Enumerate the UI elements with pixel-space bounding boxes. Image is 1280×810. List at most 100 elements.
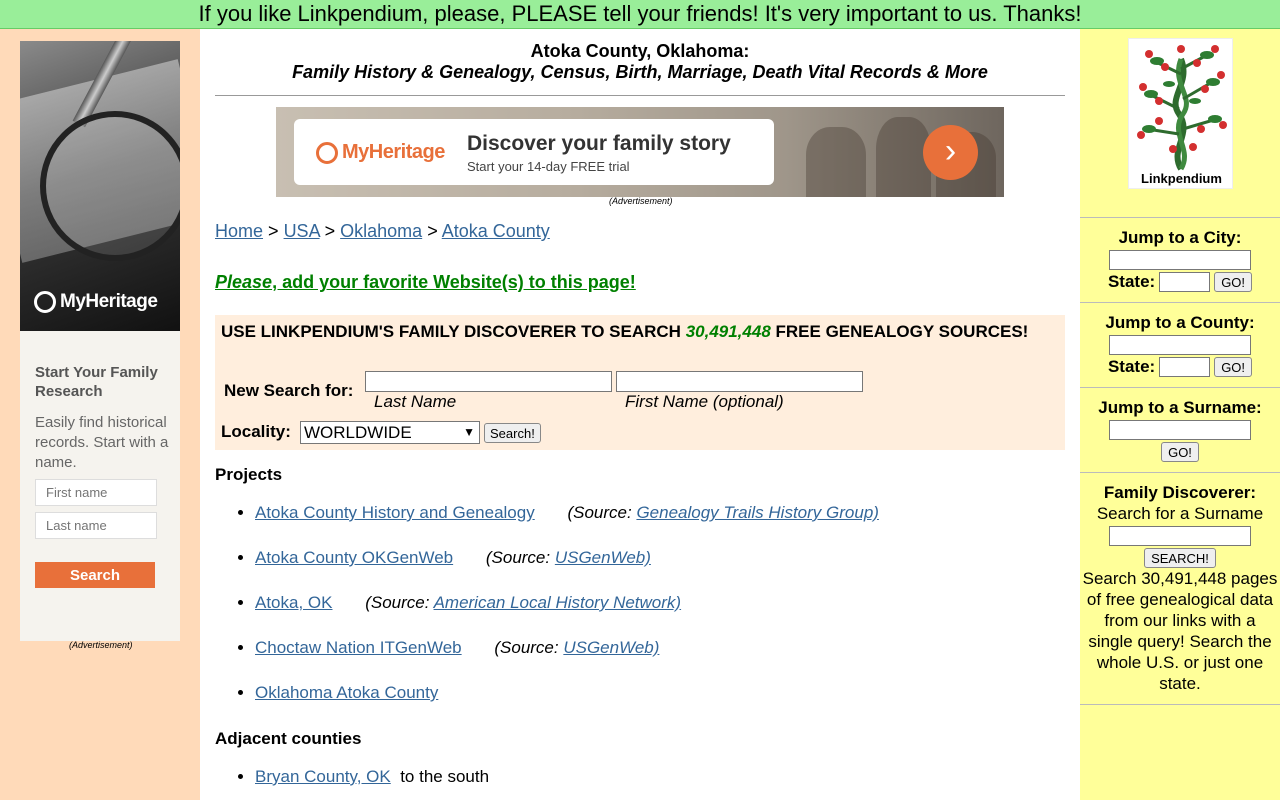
linkpendium-logo[interactable]: Linkpendium (1128, 38, 1233, 189)
locality-select[interactable]: WORLDWIDE ▼ (300, 421, 480, 444)
breadcrumb-oklahoma[interactable]: Oklahoma (340, 221, 422, 241)
source-prefix: (Source: (365, 593, 434, 612)
jump-to-city-title: Jump to a City: (1118, 228, 1242, 247)
myheritage-logo: MyHeritage (34, 291, 158, 313)
left-advertisement[interactable]: MyHeritage Start Your Family Research Ea… (20, 41, 180, 641)
search-button[interactable]: Search! (484, 423, 541, 443)
last-name-input[interactable] (365, 371, 612, 392)
family-discoverer-subtitle: Search for a Surname (1096, 504, 1264, 523)
project-source: (Source: USGenWeb) (494, 638, 659, 657)
breadcrumb-atoka-county[interactable]: Atoka County (442, 221, 550, 241)
discoverer-button-row: SEARCH! (1080, 548, 1280, 568)
project-source: (Source: USGenWeb) (486, 548, 651, 567)
breadcrumb-home[interactable]: Home (215, 221, 263, 241)
myheritage-brand-text: MyHeritage (60, 291, 158, 312)
project-source: (Source: Genealogy Trails History Group) (567, 503, 878, 522)
jump-to-county: Jump to a County: State: GO! (1080, 302, 1280, 387)
adjacent-county-link[interactable]: Bryan County, OK (255, 767, 391, 786)
projects-list: Atoka County History and Genealogy (Sour… (215, 501, 879, 726)
breadcrumb-separator: > (427, 221, 438, 241)
list-item: Atoka County OKGenWeb (Source: USGenWeb) (255, 546, 879, 591)
list-item: Atoka, OK (Source: American Local Histor… (255, 591, 879, 636)
county-input[interactable] (1109, 335, 1251, 355)
left-ad-caption: (Advertisement) (69, 640, 133, 650)
jump-to-surname-title: Jump to a Surname: (1098, 398, 1262, 417)
project-source: (Source: American Local History Network) (365, 593, 681, 612)
new-search-label: New Search for: (224, 381, 354, 400)
project-link[interactable]: Atoka, OK (255, 593, 332, 612)
left-ad-first-name-input[interactable] (35, 479, 157, 506)
family-discoverer-search: USE LINKPENDIUM'S FAMILY DISCOVERER TO S… (215, 315, 1065, 450)
city-state-input[interactable] (1159, 272, 1211, 292)
family-discoverer-title: Family Discoverer: (1103, 483, 1257, 502)
project-link[interactable]: Atoka County OKGenWeb (255, 548, 453, 567)
source-link[interactable]: American Local History Network) (434, 593, 682, 612)
breadcrumb: Home > USA > Oklahoma > Atoka County (215, 221, 550, 242)
jump-to-county-title: Jump to a County: (1105, 313, 1255, 332)
breadcrumb-usa[interactable]: USA (284, 221, 320, 241)
magnifying-glass-image: MyHeritage (20, 41, 180, 331)
ad-headline: Discover your family story (467, 132, 731, 155)
magnifier-lens (40, 111, 180, 261)
county-state-input[interactable] (1159, 357, 1211, 377)
add-website-link[interactable]: Please, add your favorite Website(s) to … (215, 272, 636, 293)
list-item: Atoka County History and Genealogy (Sour… (255, 501, 879, 546)
city-state-label: State: (1107, 272, 1156, 291)
jump-to-city: Jump to a City: State: GO! (1080, 217, 1280, 302)
adjacent-counties-heading: Adjacent counties (215, 729, 362, 748)
page-subtitle: Family History & Genealogy, Census, Birt… (292, 62, 988, 82)
adjacent-counties-list: Bryan County, OK to the south (215, 765, 489, 810)
add-website-text: , add your favorite Website(s) to this p… (272, 272, 636, 292)
county-state-label: State: (1107, 357, 1156, 376)
ad-subline: Start your 14-day FREE trial (467, 159, 630, 174)
family-discoverer-description: Search 30,491,448 pages of free genealog… (1082, 569, 1278, 693)
surname-go-button[interactable]: GO! (1161, 442, 1199, 462)
discoverer-surname-input[interactable] (1109, 526, 1251, 546)
locality-label: Locality: (221, 422, 291, 441)
source-link[interactable]: Genealogy Trails History Group) (636, 503, 879, 522)
source-link[interactable]: USGenWeb) (555, 548, 651, 567)
first-name-input[interactable] (616, 371, 863, 392)
myheritage-icon (316, 141, 338, 164)
left-sidebar: MyHeritage Start Your Family Research Ea… (0, 29, 200, 800)
add-website-please: Please (215, 272, 273, 292)
list-item: Bryan County, OK to the south (255, 765, 489, 810)
main-content: Atoka County, Oklahoma: Family History &… (215, 29, 1065, 800)
county-go-button[interactable]: GO! (1214, 357, 1253, 377)
city-state-row: State: GO! (1080, 272, 1280, 292)
source-prefix: (Source: (494, 638, 564, 657)
ad-photo-figure (806, 127, 866, 197)
main-ad-caption: (Advertisement) (609, 196, 673, 206)
heading-divider (215, 95, 1065, 96)
source-link[interactable]: USGenWeb) (563, 638, 659, 657)
locality-value: WORLDWIDE (304, 423, 412, 442)
right-sidebar: Linkpendium Jump to a City: State: GO! J… (1080, 29, 1280, 800)
linkpendium-tree-icon (1137, 45, 1227, 171)
list-item: Oklahoma Atoka County (255, 681, 879, 726)
left-ad-search-button[interactable]: Search (35, 562, 155, 588)
adjacent-county-direction: to the south (400, 767, 490, 786)
source-prefix: (Source: (485, 548, 555, 567)
discoverer-search-button[interactable]: SEARCH! (1144, 548, 1216, 568)
project-link[interactable]: Choctaw Nation ITGenWeb (255, 638, 462, 657)
city-go-button[interactable]: GO! (1214, 272, 1253, 292)
myheritage-icon (34, 291, 56, 313)
chevron-right-icon[interactable]: › (923, 125, 978, 180)
project-link[interactable]: Atoka County History and Genealogy (255, 503, 535, 522)
project-link[interactable]: Oklahoma Atoka County (255, 683, 438, 702)
banner-advertisement[interactable]: MyHeritage Discover your family story St… (276, 107, 1004, 197)
left-ad-last-name-input[interactable] (35, 512, 157, 539)
search-heading-text: USE LINKPENDIUM'S FAMILY DISCOVERER TO S… (221, 322, 686, 341)
surname-input[interactable] (1109, 420, 1251, 440)
city-input[interactable] (1109, 250, 1251, 270)
family-discoverer-box: Family Discoverer: Search for a Surname … (1080, 472, 1280, 705)
last-name-caption: Last Name (374, 392, 457, 411)
search-heading-text-end: FREE GENEALOGY SOURCES! (770, 322, 1029, 341)
logo-text: Linkpendium (1141, 171, 1222, 186)
top-banner: If you like Linkpendium, please, PLEASE … (0, 0, 1280, 29)
search-heading: USE LINKPENDIUM'S FAMILY DISCOVERER TO S… (221, 321, 1041, 342)
projects-heading: Projects (215, 465, 283, 484)
myheritage-logo: MyHeritage (316, 141, 445, 164)
left-ad-text: Easily find historical records. Start wi… (35, 414, 169, 471)
page-heading: Atoka County, Oklahoma: Family History &… (215, 41, 1065, 83)
